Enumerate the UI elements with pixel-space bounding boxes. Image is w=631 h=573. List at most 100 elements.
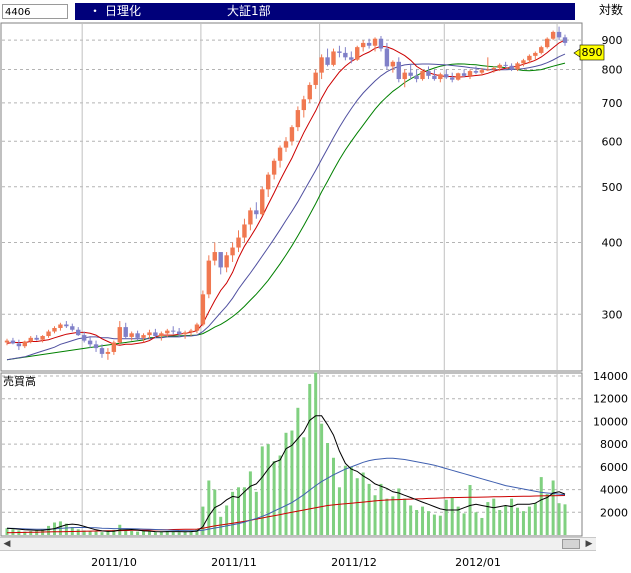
candle-body bbox=[550, 31, 556, 39]
candle-body bbox=[515, 63, 520, 70]
stock-code-field[interactable]: 4406 bbox=[2, 4, 68, 19]
candle-body bbox=[260, 189, 265, 215]
candle-body bbox=[396, 61, 401, 80]
candle-body bbox=[390, 61, 396, 67]
candle-body bbox=[87, 340, 93, 345]
candle-body bbox=[176, 331, 182, 335]
candle-body bbox=[503, 64, 508, 66]
candle-body bbox=[283, 141, 289, 148]
volume-bar bbox=[367, 483, 371, 535]
candle-body bbox=[46, 331, 51, 337]
candle-body bbox=[28, 337, 33, 342]
volume-bar bbox=[142, 531, 146, 535]
volume-bar bbox=[136, 531, 140, 535]
candle-body bbox=[111, 342, 117, 352]
volume-bar bbox=[326, 443, 330, 535]
candle-body bbox=[533, 52, 538, 56]
volume-bar bbox=[130, 531, 134, 535]
price-panel[interactable] bbox=[0, 22, 583, 372]
volume-bar bbox=[563, 504, 567, 535]
volume-bar bbox=[237, 487, 241, 535]
candle-body bbox=[426, 71, 431, 76]
volume-bar bbox=[361, 472, 365, 535]
volume-bar bbox=[456, 506, 460, 535]
price-tick-label: 900 bbox=[602, 34, 623, 47]
scroll-right-icon[interactable]: ▶ bbox=[582, 538, 596, 550]
company-name: 日理化 bbox=[105, 4, 142, 18]
candle-body bbox=[539, 47, 544, 53]
candle-body bbox=[461, 73, 467, 76]
candle-body bbox=[509, 65, 514, 70]
candle-body bbox=[4, 340, 10, 343]
candle-body bbox=[556, 31, 562, 38]
volume-tick-label: 14000 bbox=[593, 370, 628, 383]
stock-name-bar: ・ 日理化 大証1部 bbox=[75, 3, 575, 20]
candle-body bbox=[455, 73, 461, 80]
volume-bar bbox=[474, 512, 478, 535]
scale-mode-label[interactable]: 対数 bbox=[599, 3, 623, 18]
price-tick-label: 500 bbox=[602, 181, 623, 194]
price-tick-label: 800 bbox=[602, 64, 623, 77]
candle-body bbox=[343, 52, 348, 58]
volume-bar bbox=[35, 530, 39, 535]
scroll-thumb[interactable] bbox=[562, 539, 580, 549]
volume-bar bbox=[314, 372, 318, 535]
volume-bar bbox=[337, 487, 341, 535]
horizontal-scrollbar[interactable]: ◀ ▶ bbox=[0, 537, 596, 551]
volume-bar bbox=[349, 466, 353, 535]
scroll-left-icon[interactable]: ◀ bbox=[0, 538, 14, 550]
volume-bar bbox=[308, 383, 312, 535]
volume-bar bbox=[147, 531, 151, 535]
volume-bar bbox=[124, 530, 128, 535]
candle-body bbox=[117, 327, 122, 343]
candle-body bbox=[485, 69, 491, 71]
candle-body bbox=[562, 37, 568, 43]
candle-body bbox=[52, 327, 57, 332]
price-y-ticks: 900 800 700 600 500 400 300 bbox=[602, 34, 623, 321]
volume-tick-label: 2000 bbox=[600, 506, 628, 519]
volume-bar bbox=[278, 455, 282, 535]
volume-y-ticks: 14000 12000 10000 8000 6000 4000 2000 bbox=[593, 370, 628, 519]
candle-body bbox=[414, 75, 419, 80]
candle-body bbox=[153, 332, 158, 337]
volume-bar bbox=[231, 491, 235, 535]
volume-bar bbox=[171, 531, 175, 535]
current-price-label: 890 bbox=[582, 46, 603, 59]
x-tick-label: 2011/11 bbox=[211, 556, 257, 569]
candle-body bbox=[129, 333, 134, 337]
candle-body bbox=[432, 75, 437, 80]
candle-body bbox=[521, 60, 526, 64]
price-tick-label: 600 bbox=[602, 135, 623, 148]
candle-body bbox=[408, 72, 413, 76]
candle-body bbox=[295, 110, 301, 128]
candle-body bbox=[194, 324, 200, 331]
volume-bar bbox=[219, 516, 223, 535]
candle-body bbox=[444, 74, 449, 78]
candle-body bbox=[206, 260, 212, 295]
candle-body bbox=[212, 252, 217, 261]
candle-body bbox=[473, 71, 479, 73]
candle-body bbox=[544, 38, 550, 48]
volume-bar bbox=[302, 437, 306, 535]
volume-bar bbox=[516, 507, 520, 535]
volume-bar bbox=[106, 531, 110, 535]
candle-body bbox=[58, 324, 63, 328]
volume-bar bbox=[444, 499, 448, 535]
volume-bar bbox=[248, 471, 252, 535]
candle-body bbox=[230, 247, 235, 256]
volume-bar bbox=[504, 505, 508, 535]
candle-body bbox=[40, 336, 45, 340]
candle-body bbox=[313, 72, 318, 85]
candle-body bbox=[242, 224, 247, 238]
candle-body bbox=[349, 57, 354, 60]
volume-bar bbox=[343, 465, 347, 535]
candle-body bbox=[467, 71, 473, 76]
volume-bar bbox=[438, 515, 442, 535]
x-tick-label: 2012/01 bbox=[455, 556, 501, 569]
candle-body bbox=[171, 330, 176, 332]
volume-bar bbox=[379, 483, 383, 535]
volume-bar bbox=[331, 457, 335, 535]
candle-body bbox=[479, 70, 485, 73]
volume-bar bbox=[498, 510, 502, 535]
candle-body bbox=[366, 42, 372, 46]
